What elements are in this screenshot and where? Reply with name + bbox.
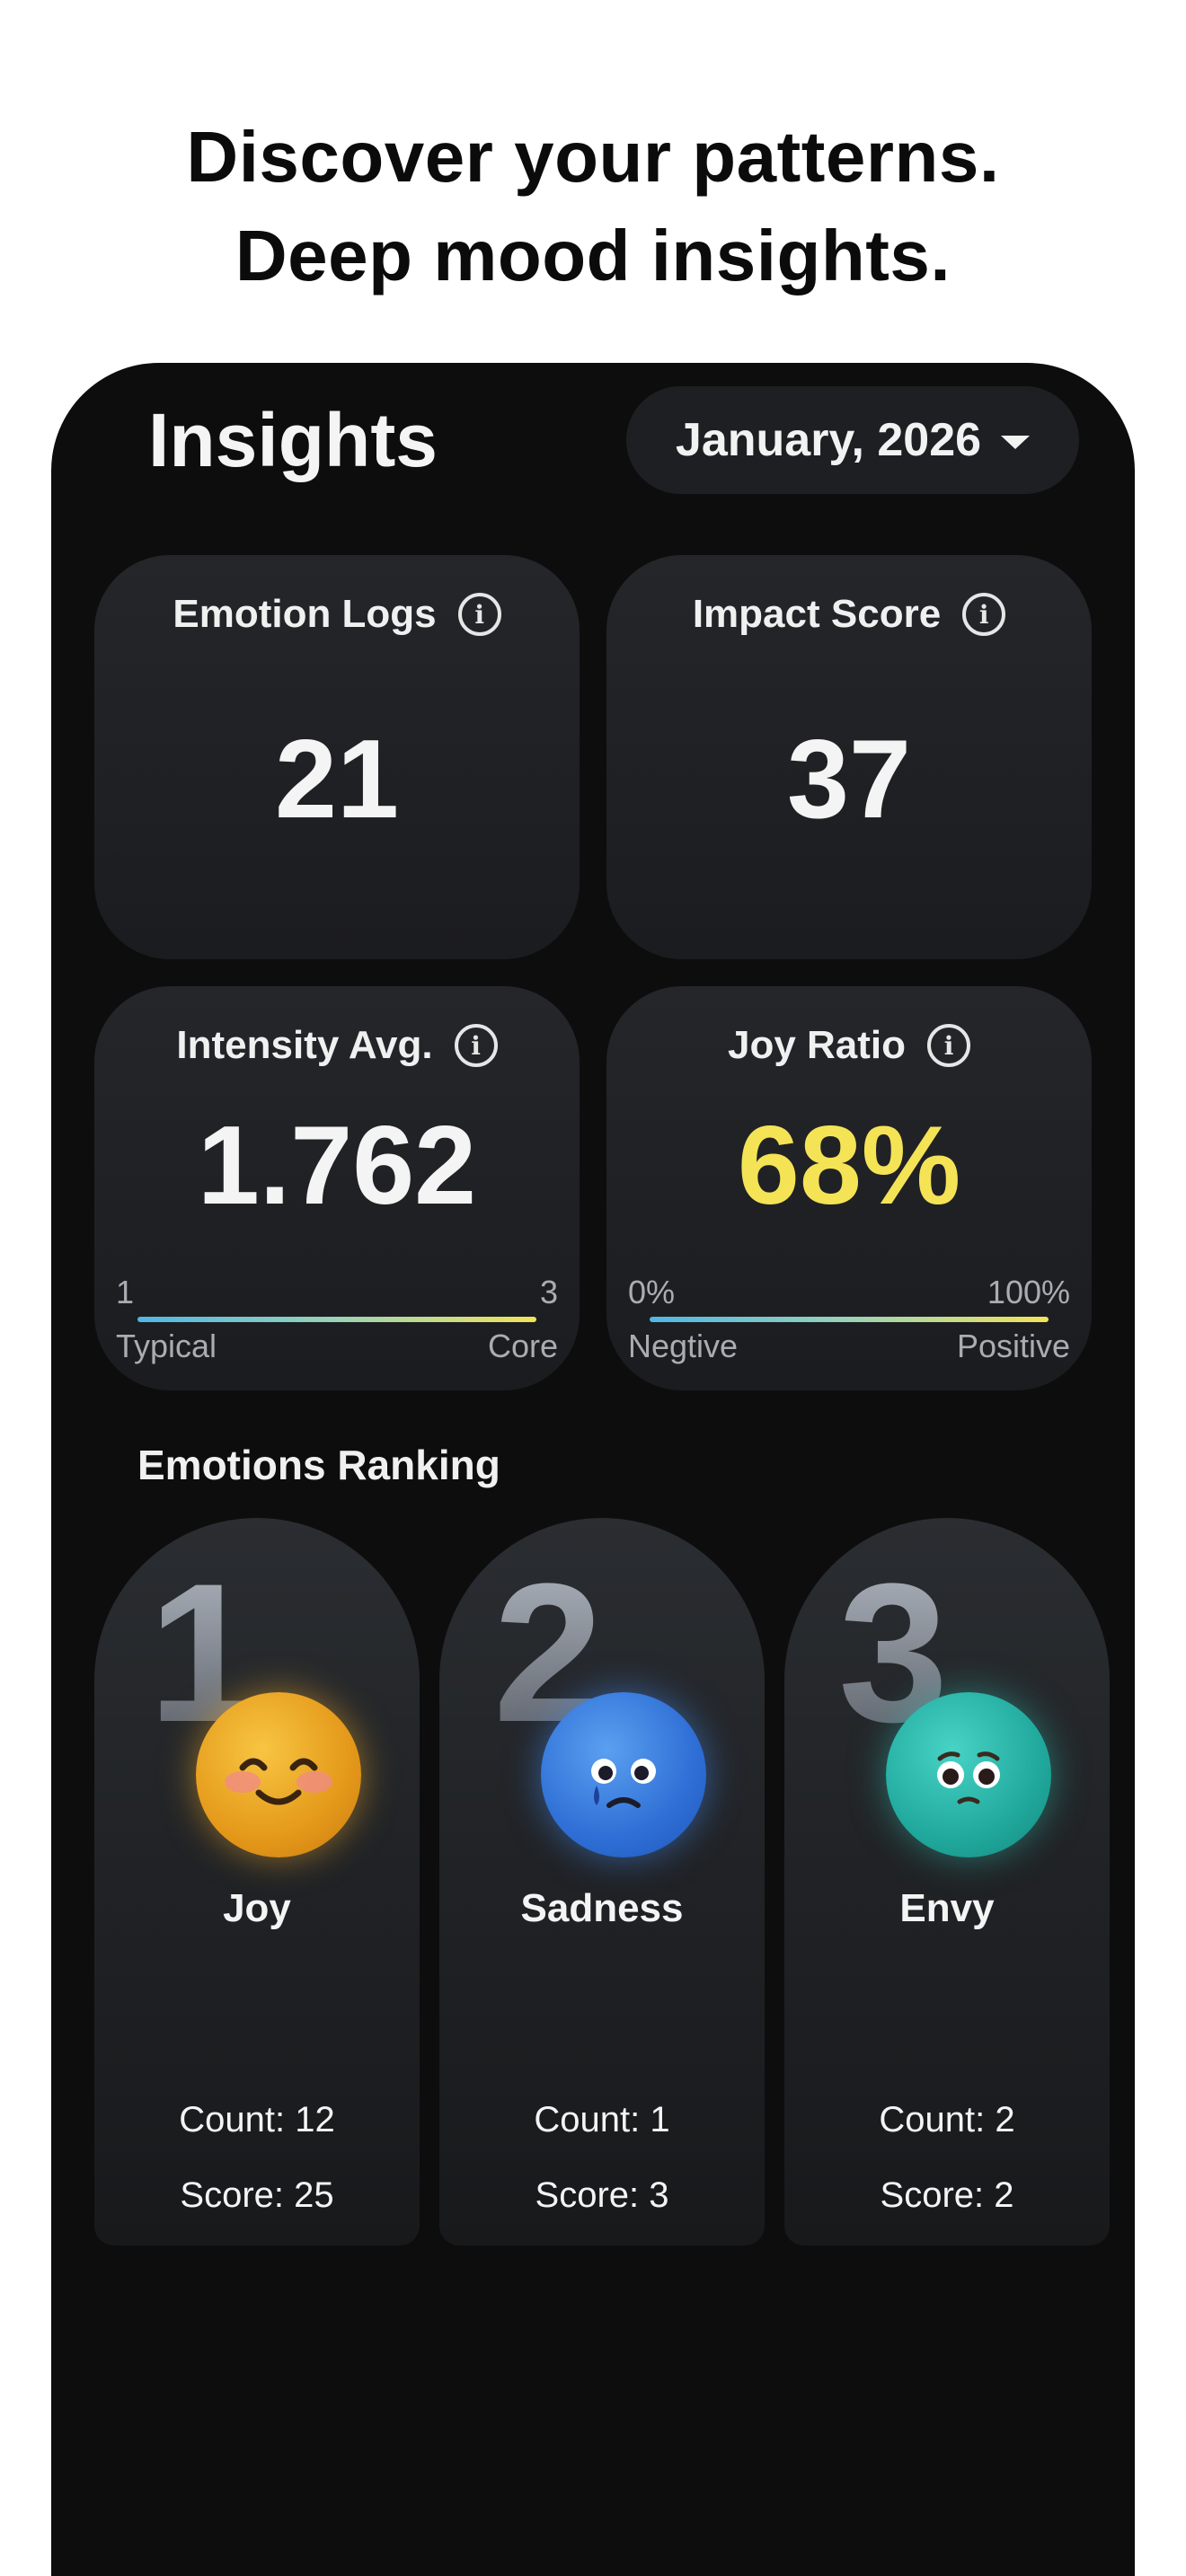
info-icon[interactable]: i [454,1024,498,1067]
emotion-logs-label: Emotion Logs [173,592,437,636]
joy-left-label: Negtive [628,1328,739,1364]
impact-score-card: Impact Score i 37 [606,555,1092,959]
emotion-score: Score: 2 [880,2175,1014,2215]
headline-line-1: Discover your patterns. [186,117,1000,197]
joy-scale-min: 0% [628,1274,676,1310]
headline-line-2: Deep mood insights. [235,216,951,296]
emotion-score: Score: 3 [535,2175,669,2215]
ranking-section-title: Emotions Ranking [137,1442,500,1488]
pleading-face-icon [886,1692,1051,1857]
page-title: Insights [148,398,438,482]
month-selector-button[interactable]: January, 2026 [626,386,1079,494]
phone-screen: Insights January, 2026 Emotion Logs i 21… [51,363,1135,2576]
joy-scale-max: 100% [987,1274,1070,1310]
emotion-name: Envy [899,1886,995,1930]
emotion-logs-card: Emotion Logs i 21 [94,555,580,959]
intensity-scale-min: 1 [116,1274,135,1310]
joy-right-label: Positive [956,1328,1070,1364]
info-icon[interactable]: i [927,1024,971,1067]
intensity-avg-value: 1.762 [197,1104,477,1228]
info-icon[interactable]: i [457,593,501,636]
chevron-down-icon [1001,435,1031,449]
emotion-count: Count: 1 [534,2100,670,2139]
emotion-logs-value: 21 [275,718,399,842]
impact-score-label: Impact Score [692,592,942,636]
joy-ratio-value: 68% [737,1104,961,1228]
info-icon[interactable]: i [962,593,1006,636]
intensity-gradient-bar [137,1317,536,1322]
crying-face-icon [541,1692,706,1857]
joy-ratio-card: Joy Ratio i 68% 0% 100% Negtive Positive [606,986,1092,1390]
ranking-card-2[interactable]: 2 Sadness Count: 1 Score: 3 [439,1518,765,2245]
intensity-avg-label: Intensity Avg. [176,1023,433,1067]
emotion-score: Score: 25 [180,2175,334,2215]
intensity-left-label: Typical [116,1328,217,1364]
ranking-card-1[interactable]: 1 Joy Count: 12 Score: 25 [94,1518,420,2245]
intensity-avg-card: Intensity Avg. i 1.762 1 3 Typical Core [94,986,580,1390]
month-selector-label: January, 2026 [675,414,982,466]
marketing-headline: Discover your patterns. Deep mood insigh… [0,108,1186,305]
intensity-scale-max: 3 [539,1274,558,1310]
intensity-right-label: Core [487,1328,558,1364]
smiling-face-icon [196,1692,361,1857]
joy-gradient-bar [650,1317,1049,1322]
emotion-count: Count: 12 [179,2100,335,2139]
ranking-card-3[interactable]: 3 Envy Count: 2 Score: 2 [784,1518,1110,2245]
emotion-name: Sadness [520,1886,684,1930]
impact-score-value: 37 [787,718,911,842]
joy-ratio-label: Joy Ratio [727,1023,907,1067]
emotion-name: Joy [223,1886,291,1930]
emotion-count: Count: 2 [879,2100,1015,2139]
